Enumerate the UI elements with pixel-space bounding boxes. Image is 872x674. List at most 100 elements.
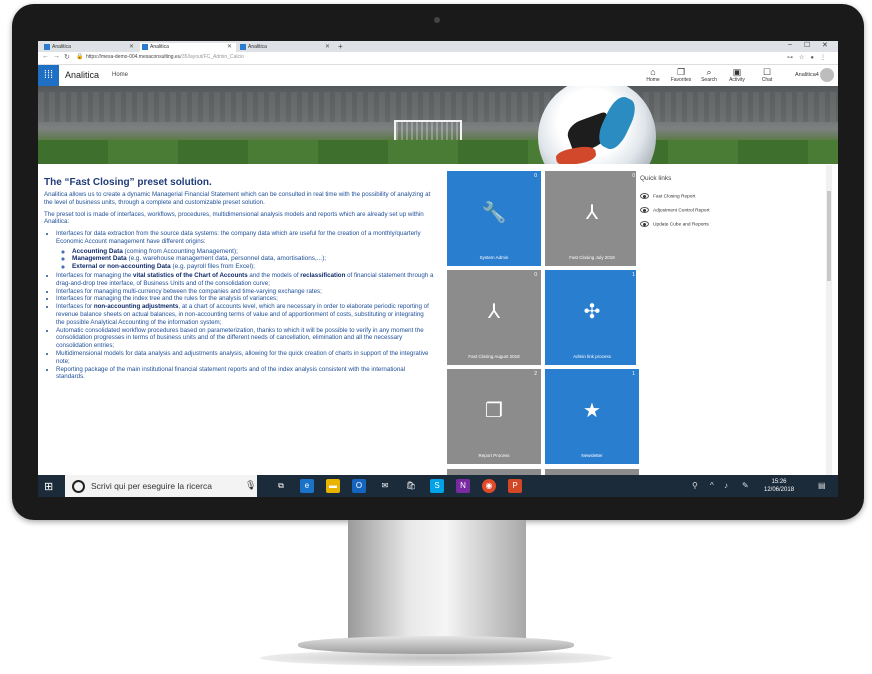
user-name[interactable]: Analitica4 — [795, 72, 819, 78]
pen-icon[interactable]: ✎ — [742, 481, 749, 490]
tab-label: Analitica — [52, 44, 71, 50]
eye-icon — [640, 193, 649, 199]
onenote-icon[interactable]: N — [456, 479, 470, 493]
taskbar-search-box[interactable]: Scrivi qui per eseguire la ricerca 🎙 — [65, 475, 257, 497]
tile-fast-closing-july[interactable]: 0 ⅄ Fast Closing July 2018 — [545, 171, 639, 266]
quick-links-panel: Quick links Fast Closing Report Adjustme… — [636, 171, 822, 366]
notifications-icon[interactable]: ▤ — [818, 481, 826, 490]
taskbar-clock[interactable]: 15:26 12/06/2018 — [764, 478, 794, 494]
monitor-base — [298, 636, 574, 654]
windows-taskbar: ⊞ Scrivi qui per eseguire la ricerca 🎙 ⧉… — [38, 475, 838, 497]
forward-arrow-icon[interactable]: → — [53, 53, 60, 60]
tray-chevron-icon[interactable]: ^ — [710, 481, 714, 490]
page-title: The “Fast Closing” preset solution. — [44, 177, 212, 188]
task-view-icon[interactable]: ⧉ — [274, 479, 288, 493]
monitor-stand — [348, 520, 526, 642]
quick-link-adjustment-control-report[interactable]: Adjustment Control Report — [640, 207, 710, 213]
analitica-favicon — [240, 44, 246, 50]
tile-fast-closing-august[interactable]: 0 ⅄ Fast Closing August 2018 — [447, 270, 541, 365]
cortana-icon[interactable] — [72, 480, 85, 493]
powerpoint-icon[interactable]: P — [508, 479, 522, 493]
header-chat-button[interactable]: ☐ Chat — [754, 67, 780, 83]
tile-count: 0 — [534, 173, 537, 179]
tile-count: 0 — [534, 272, 537, 278]
wrench-icon: 🔧 — [481, 202, 507, 224]
file-explorer-icon[interactable]: ▬ — [326, 479, 340, 493]
tile-count: 0 — [632, 173, 635, 179]
list-item: Reporting package of the main institutio… — [56, 366, 434, 382]
browser-toolbar-icons[interactable]: ⊶☆●⋮ — [787, 54, 832, 61]
report-icon: ❐ — [485, 400, 503, 422]
list-item: Interfaces for managing the vital statis… — [56, 272, 434, 288]
microphone-icon[interactable]: 🎙 — [245, 480, 256, 491]
search-icon: ⌕ — [706, 67, 712, 77]
tile-label: Fast Closing July 2018 — [569, 255, 615, 260]
scrollbar-thumb[interactable] — [827, 191, 831, 281]
chrome-icon[interactable]: ◉ — [482, 479, 496, 493]
feature-list: Interfaces for data extraction from the … — [44, 230, 434, 381]
tile-system-admin[interactable]: 0 🔧 System Admin — [447, 171, 541, 266]
tab-label: Analitica — [150, 44, 169, 50]
outlook-icon[interactable]: O — [352, 479, 366, 493]
close-tab-icon[interactable]: ✕ — [325, 43, 330, 52]
stadium-banner-image — [38, 86, 838, 164]
list-item: Interfaces for managing the index tree a… — [56, 295, 434, 303]
tile-admin-link-process[interactable]: 1 ✣ Admin link process — [545, 270, 639, 365]
edge-browser-icon[interactable]: e — [300, 479, 314, 493]
pitch — [38, 140, 838, 164]
browser-tab[interactable]: Analitica ✕ — [238, 43, 334, 52]
people-icon[interactable]: ⚲ — [692, 481, 698, 490]
browser-tab[interactable]: Analitica ✕ — [42, 43, 138, 52]
close-tab-icon[interactable]: ✕ — [129, 43, 134, 52]
avatar[interactable] — [820, 68, 834, 82]
quick-link-update-cube[interactable]: Update Cube and Reports — [640, 221, 709, 227]
header-activity-button[interactable]: ▣ Activity — [724, 67, 750, 83]
close-window-button[interactable]: ✕ — [822, 41, 828, 49]
browser-tab-active[interactable]: Analitica ✕ — [140, 43, 236, 52]
back-arrow-icon[interactable]: ← — [42, 53, 49, 60]
maximize-button[interactable]: ☐ — [804, 41, 810, 49]
minimize-button[interactable]: – — [788, 41, 792, 48]
analitica-favicon — [142, 44, 148, 50]
chat-icon: ☐ — [762, 67, 772, 77]
quick-link-fast-closing-report[interactable]: Fast Closing Report — [640, 193, 695, 199]
tile-count: 1 — [632, 371, 635, 377]
intro-paragraph: Analitica allows us to create a dynamic … — [44, 191, 431, 206]
list-item: Accounting Data (coming from Accounting … — [72, 248, 434, 255]
header-favorites-button[interactable]: ❐ Favorites — [668, 67, 694, 83]
tile-report-process[interactable]: 2 ❐ Report Process — [447, 369, 541, 464]
store-icon[interactable]: 🛍 — [404, 479, 418, 493]
tile-label: Admin link process — [573, 354, 611, 359]
header-home-button[interactable]: ⌂ Home — [640, 67, 666, 83]
stadium-stands — [38, 92, 838, 122]
reload-icon[interactable]: ↻ — [64, 53, 70, 61]
activity-icon: ▣ — [732, 67, 742, 77]
analitica-favicon — [44, 44, 50, 50]
url-field[interactable]: https://mesa-demo-004.mesaconsulting.eu/… — [86, 54, 244, 60]
mail-icon[interactable]: ✉ — [378, 479, 392, 493]
favorites-icon: ❐ — [676, 67, 686, 77]
close-tab-icon[interactable]: ✕ — [227, 43, 232, 52]
breadcrumb-home[interactable]: Home — [112, 72, 128, 78]
tile-count: 2 — [534, 371, 537, 377]
tile-newsletter[interactable]: 1 ★ Newsletter — [545, 369, 639, 464]
app-grid-icon[interactable]: ⁞⁞⁞ — [38, 65, 59, 86]
webcam — [434, 17, 440, 23]
skype-icon[interactable]: S — [430, 479, 444, 493]
soccer-ball — [538, 86, 656, 164]
address-bar: ← → ↻ 🔒 https://mesa-demo-004.mesaconsul… — [38, 52, 838, 65]
tile-count: 1 — [632, 272, 635, 278]
tile-label: System Admin — [479, 255, 509, 260]
process-icon: ⅄ — [585, 202, 599, 224]
tile-label: Report Process — [478, 453, 510, 458]
pinwheel-icon: ✣ — [583, 301, 601, 323]
list-item: Management Data (e.g. warehouse manageme… — [72, 255, 434, 262]
preset-paragraph: The preset tool is made of interfaces, w… — [44, 210, 424, 226]
list-item: Automatic consolidated workflow procedur… — [56, 327, 434, 350]
list-item: External or non-accounting Data (e.g. pa… — [72, 263, 434, 270]
header-search-button[interactable]: ⌕ Search — [696, 67, 722, 83]
volume-icon[interactable]: ♪ — [724, 481, 728, 490]
screen: Analitica ✕ Analitica ✕ Analitica ✕ + – … — [38, 41, 838, 497]
windows-start-icon[interactable]: ⊞ — [44, 480, 53, 493]
new-tab-button[interactable]: + — [338, 42, 343, 51]
